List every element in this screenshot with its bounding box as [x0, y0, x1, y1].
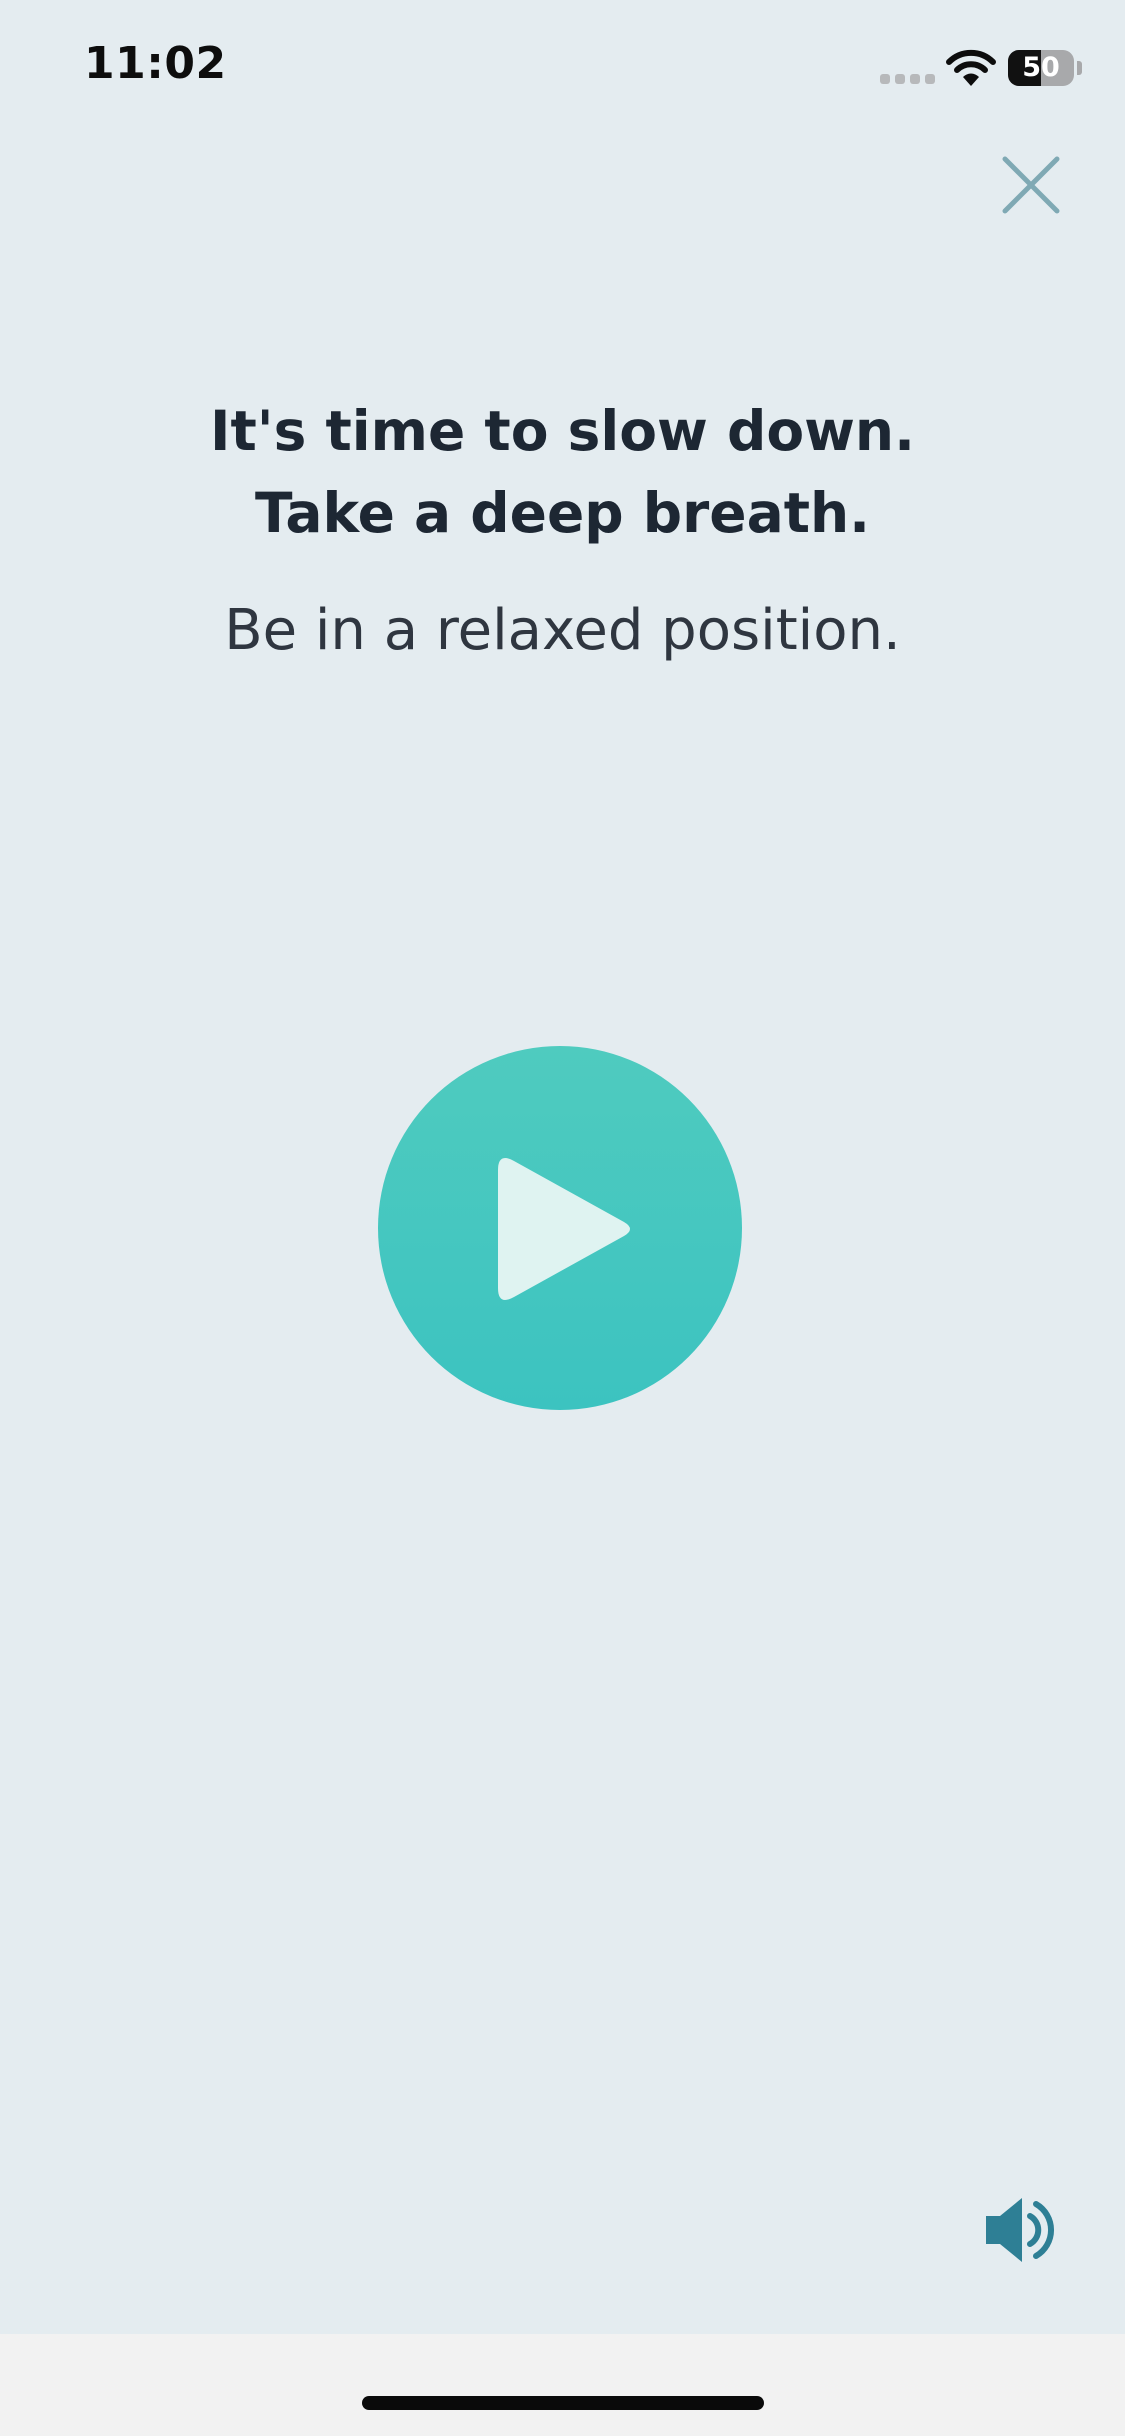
headline-line-2: Take a deep breath. — [254, 481, 871, 545]
headline-line-1: It's time to slow down. — [210, 399, 915, 463]
instruction-text: Be in a relaxed position. — [224, 598, 901, 663]
battery-icon: 50 — [1008, 50, 1074, 86]
sound-toggle-button[interactable] — [980, 2192, 1060, 2268]
play-button[interactable] — [378, 1046, 742, 1410]
close-icon — [1002, 156, 1060, 214]
home-indicator[interactable] — [362, 2396, 764, 2410]
headline: It's time to slow down. Take a deep brea… — [0, 390, 1125, 554]
status-time: 11:02 — [84, 38, 227, 89]
cellular-signal-icon — [880, 74, 936, 86]
speaker-icon — [986, 2198, 1055, 2262]
bottom-bar — [0, 2334, 1125, 2436]
breathing-exercise-screen: 11:02 50 It's time to slow down. Take a … — [0, 0, 1125, 2334]
battery-cap — [1077, 61, 1082, 75]
status-bar: 11:02 50 — [0, 0, 1125, 140]
wifi-icon — [946, 48, 996, 88]
play-icon — [498, 1158, 630, 1300]
close-button[interactable] — [996, 150, 1066, 220]
battery-level: 50 — [1022, 52, 1060, 83]
